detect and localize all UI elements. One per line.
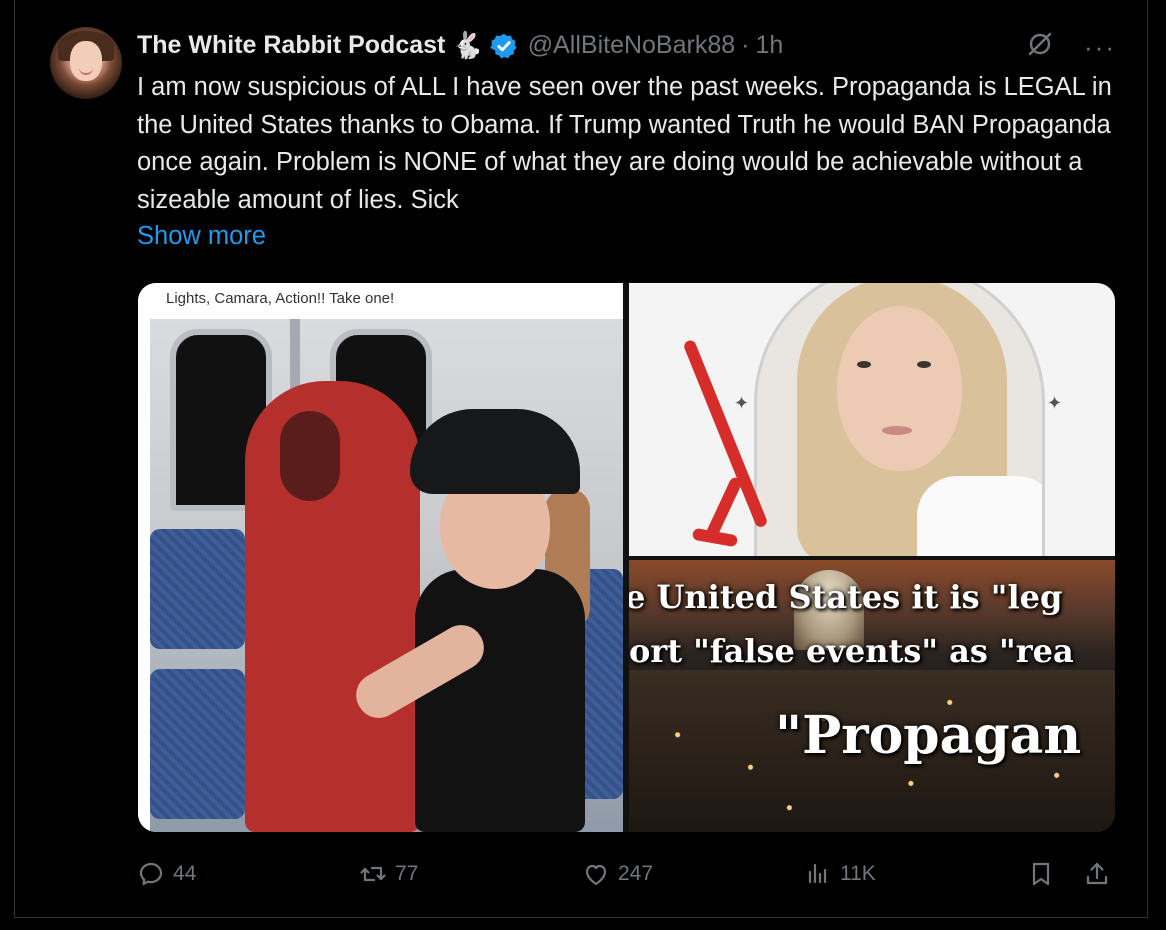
separator-dot: · — [741, 31, 750, 59]
author-handle[interactable]: @AllBiteNoBark88 — [528, 31, 735, 60]
timestamp[interactable]: 1h — [755, 31, 783, 60]
woman-lips — [882, 426, 912, 435]
left-image-caption: Lights, Camara, Action!! Take one! — [166, 290, 395, 307]
train-scene — [150, 319, 623, 832]
arch-frame — [754, 283, 1045, 561]
grok-icon[interactable] — [1026, 30, 1054, 63]
reply-button[interactable]: 44 — [137, 860, 196, 888]
like-count: 247 — [618, 862, 654, 885]
tweet-text: I am now suspicious of ALL I have seen o… — [137, 73, 1112, 214]
woman-face — [837, 306, 962, 471]
share-icon — [1086, 862, 1108, 885]
red-arrow-head — [691, 527, 739, 548]
woman-eye — [917, 361, 931, 368]
view-count: 11K — [840, 862, 876, 885]
woman-eye — [857, 361, 871, 368]
overlay-text-line2: ort "false events" as "rea — [629, 632, 1074, 670]
action-bar: 44 77 247 11K — [137, 860, 1117, 894]
repost-icon — [360, 866, 386, 882]
avatar[interactable] — [50, 27, 122, 99]
bookmark-icon — [1032, 862, 1050, 886]
media-top-right-image[interactable]: ✦ ✦ — [629, 283, 1115, 561]
hood-shadow — [280, 411, 340, 501]
heart-icon — [585, 864, 607, 886]
media-grid[interactable]: Lights, Camara, Action!! Take one! ✦ ✦ e… — [138, 283, 1115, 832]
repost-button[interactable]: 77 — [359, 860, 418, 888]
share-button[interactable] — [1083, 860, 1111, 888]
header-actions: ··· — [1026, 30, 1116, 63]
train-seat — [150, 529, 245, 649]
sparkle-icon: ✦ — [734, 393, 750, 413]
caption-bar: Lights, Camara, Action!! Take one! — [138, 283, 623, 319]
sparkle-icon: ✦ — [1047, 393, 1063, 413]
tweet-header: The White Rabbit Podcast 🐇 @AllBiteNoBar… — [137, 30, 783, 61]
reply-count: 44 — [173, 862, 197, 885]
rabbit-emoji: 🐇 — [451, 30, 484, 60]
overlay-text-line3: "Propagan — [775, 705, 1082, 766]
bookmark-button[interactable] — [1027, 860, 1055, 888]
views-button[interactable]: 11K — [804, 860, 876, 888]
more-options-icon[interactable]: ··· — [1084, 34, 1116, 60]
media-bottom-right-image[interactable]: e United States it is "leg ort "false ev… — [629, 560, 1115, 832]
repost-count: 77 — [395, 862, 419, 885]
black-cap — [410, 409, 580, 494]
black-shirt-figure — [415, 569, 585, 832]
train-seat — [150, 669, 245, 819]
media-left-image[interactable]: Lights, Camara, Action!! Take one! — [138, 283, 623, 832]
views-chart-icon — [808, 863, 827, 884]
like-button[interactable]: 247 — [582, 860, 653, 888]
overlay-text-line1: e United States it is "leg — [629, 578, 1063, 616]
author-name[interactable]: The White Rabbit Podcast — [137, 31, 445, 60]
verified-badge-icon — [489, 32, 518, 60]
avatar-face — [70, 41, 102, 81]
show-more-link[interactable]: Show more — [137, 222, 266, 251]
reply-icon — [139, 862, 163, 886]
woman-shirt — [917, 476, 1042, 558]
